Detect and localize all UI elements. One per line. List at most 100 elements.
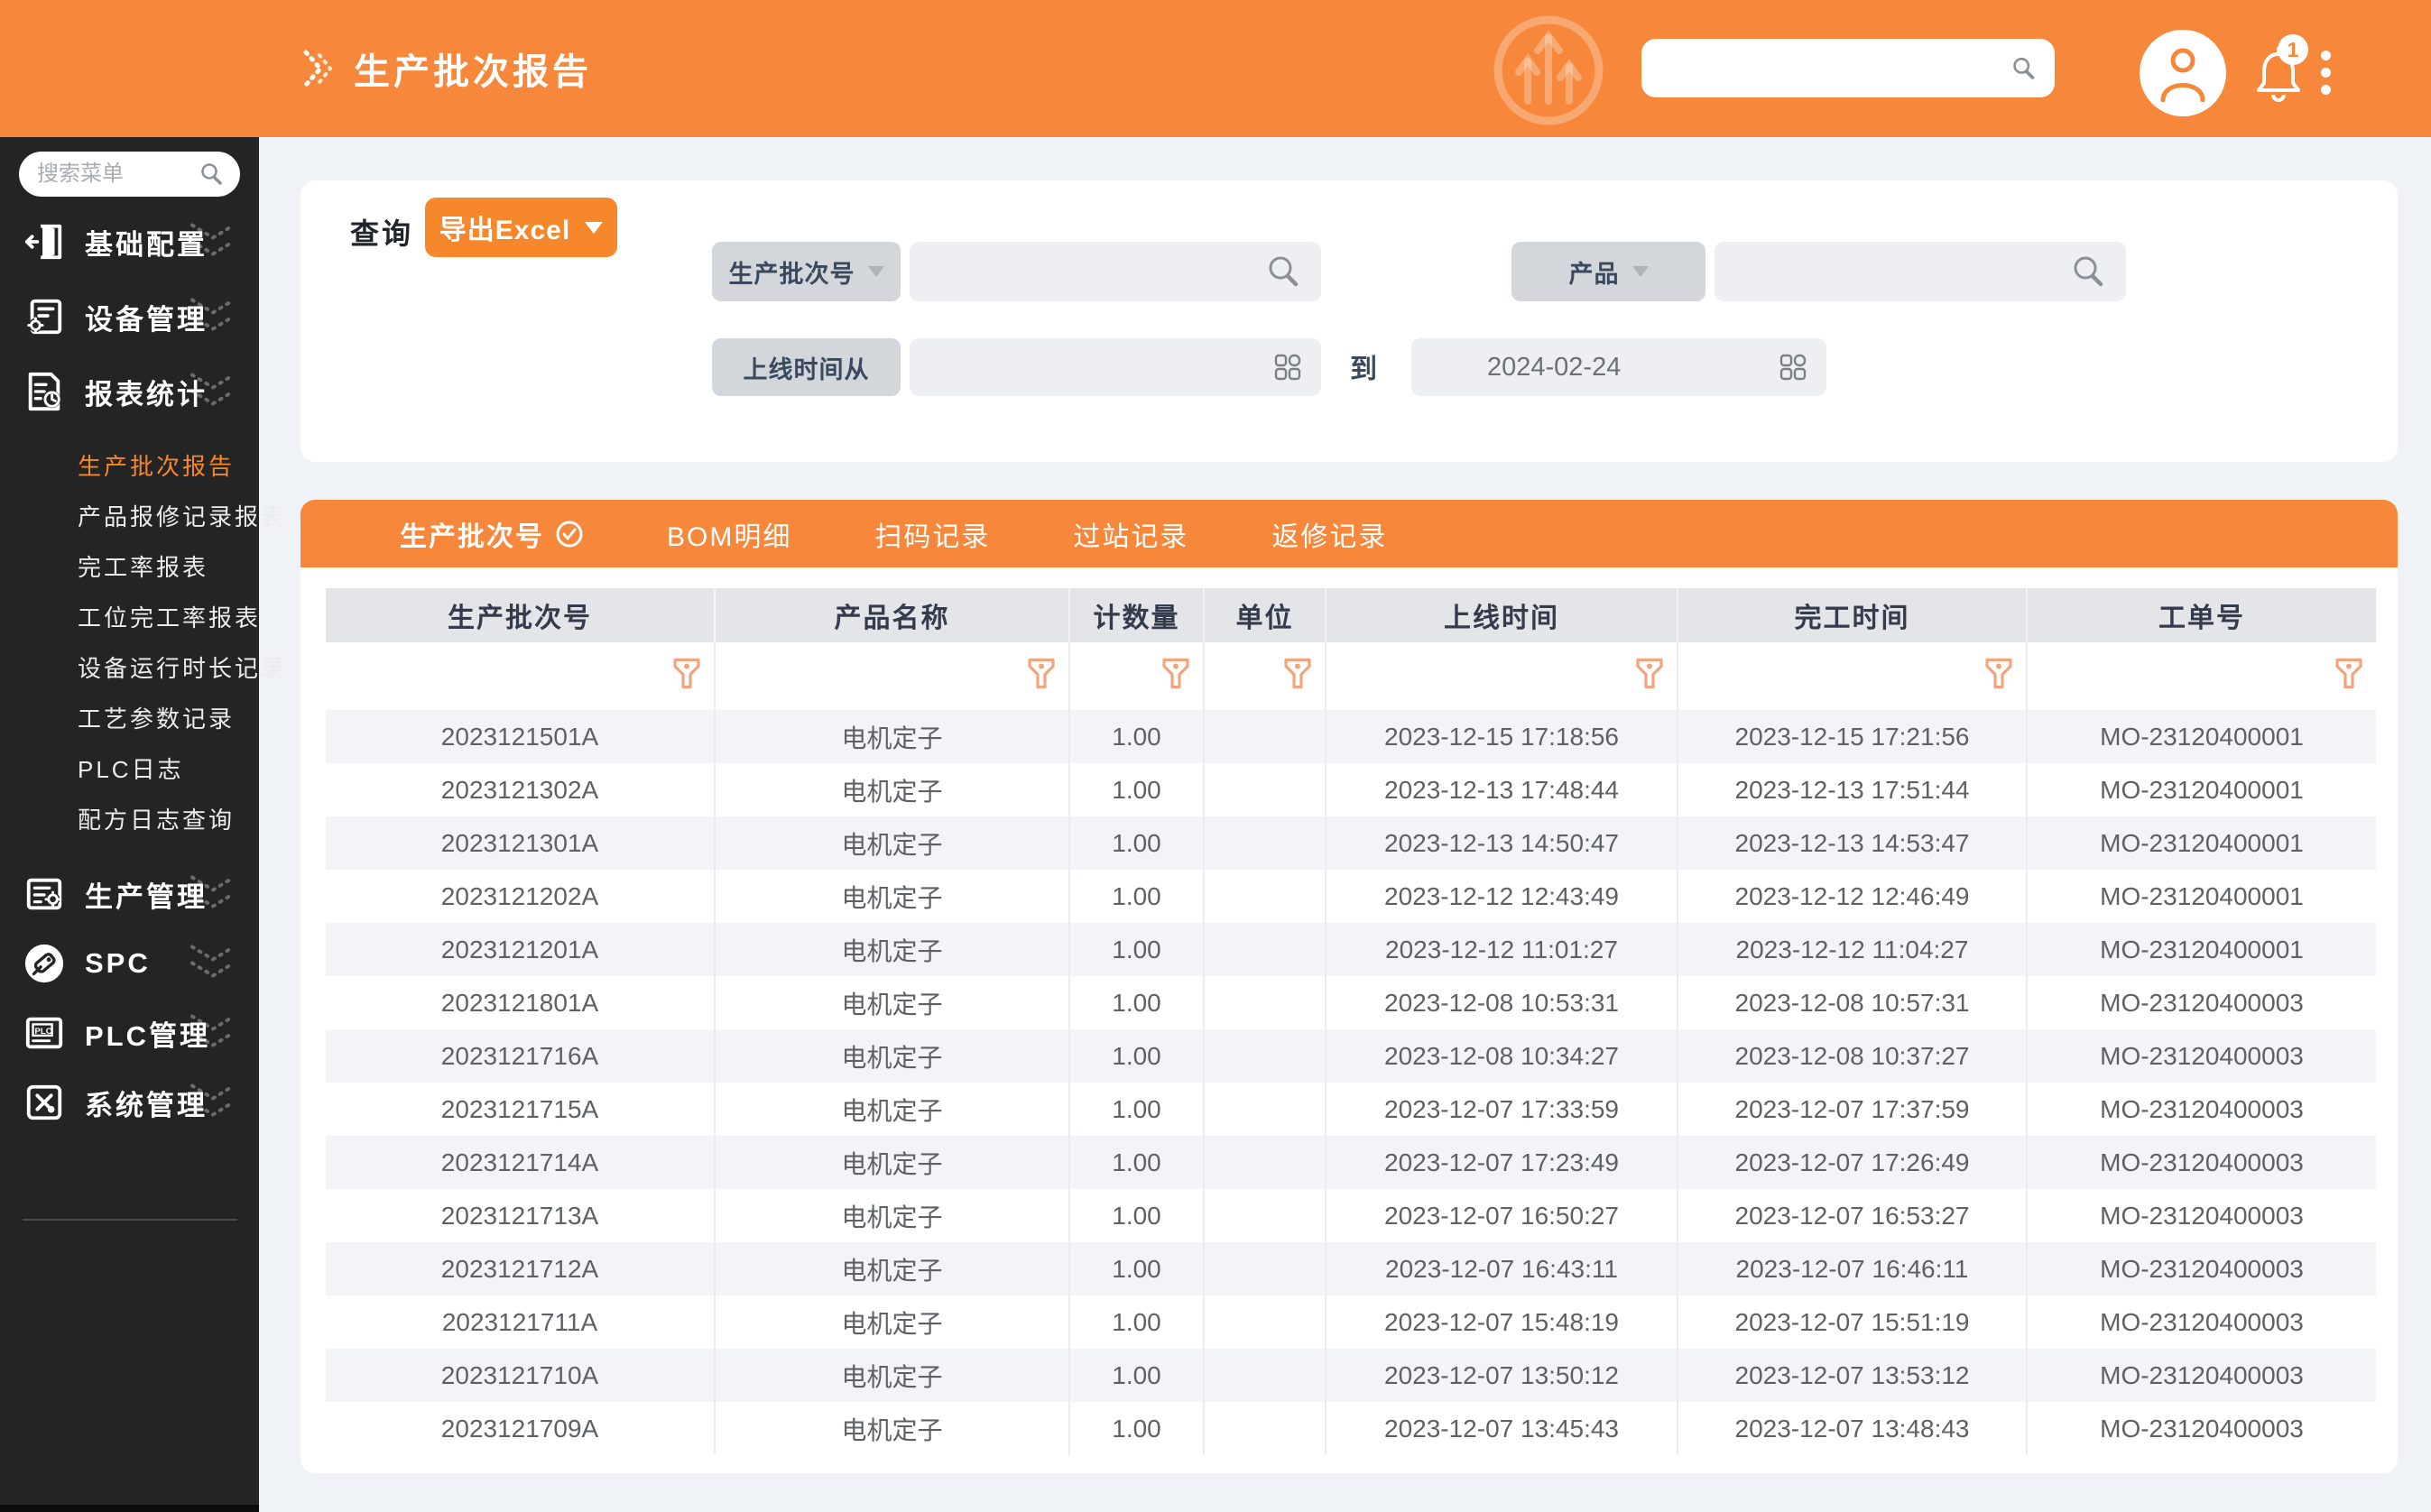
table-cell	[1205, 710, 1326, 763]
sidebar: 基础配置设备管理报表统计生产批次报告产品报修记录报表完工率报表工位完工率报表设备…	[0, 137, 259, 1512]
table-cell: 2023-12-07 16:46:11	[1678, 1242, 2028, 1295]
tab-2[interactable]: BOM明细	[667, 514, 791, 554]
sidebar-item-1[interactable]: 基础配置	[0, 215, 259, 269]
report-clock-icon	[23, 371, 65, 412]
date-grid-icon[interactable]	[1274, 354, 1301, 381]
filter-funnel-icon[interactable]	[672, 657, 701, 696]
more-menu-button[interactable]	[2321, 51, 2331, 95]
table-cell: 电机定子	[716, 1136, 1070, 1189]
table-row[interactable]: 2023121201A电机定子1.002023-12-12 11:01:2720…	[326, 923, 2376, 976]
date-grid-icon[interactable]	[1779, 354, 1807, 381]
column-filter-cell[interactable]	[1070, 642, 1205, 710]
sidebar-subitem[interactable]: PLC日志	[0, 742, 259, 793]
tab-3[interactable]: 扫码记录	[874, 514, 990, 554]
table-row[interactable]: 2023121713A电机定子1.002023-12-07 16:50:2720…	[326, 1189, 2376, 1242]
table-row[interactable]: 2023121715A电机定子1.002023-12-07 17:33:5920…	[326, 1083, 2376, 1136]
user-avatar[interactable]	[2140, 30, 2226, 116]
column-filter-cell[interactable]	[326, 642, 716, 710]
batch-table: 生产批次号产品名称计数量单位上线时间完工时间工单号 2023121501A电机定…	[326, 588, 2376, 1455]
table-cell: 2023121301A	[326, 816, 716, 870]
batch-field-selector[interactable]: 生产批次号	[712, 242, 901, 301]
table-cell: MO-23120400001	[2028, 816, 2376, 870]
sidebar-subitem-active[interactable]: 生产批次报告	[0, 439, 259, 490]
filter-funnel-icon[interactable]	[2334, 657, 2363, 696]
export-excel-button[interactable]: 导出Excel	[425, 198, 617, 257]
column-filter-cell[interactable]	[1678, 642, 2028, 710]
sidebar-item-7[interactable]: 系统管理	[0, 1075, 259, 1129]
tab-bar: 生产批次号 BOM明细 扫码记录 过站记录 返修记录	[300, 500, 2398, 567]
table-cell: 电机定子	[716, 923, 1070, 976]
header-search-input[interactable]	[1641, 54, 2010, 83]
sidebar-subitem[interactable]: 工艺参数记录	[0, 692, 259, 742]
table-row[interactable]: 2023121501A电机定子1.002023-12-15 17:18:5620…	[326, 710, 2376, 763]
column-header[interactable]: 工单号	[2028, 588, 2376, 642]
filter-funnel-icon[interactable]	[1984, 657, 2013, 696]
table-row[interactable]: 2023121801A电机定子1.002023-12-08 10:53:3120…	[326, 976, 2376, 1029]
column-header[interactable]: 产品名称	[716, 588, 1070, 642]
tab-5[interactable]: 返修记录	[1271, 514, 1387, 554]
column-header[interactable]: 计数量	[1070, 588, 1205, 642]
filter-funnel-icon[interactable]	[1635, 657, 1664, 696]
column-filter-cell[interactable]	[1326, 642, 1678, 710]
filter-funnel-icon[interactable]	[1161, 657, 1190, 696]
table-row[interactable]: 2023121711A电机定子1.002023-12-07 15:48:1920…	[326, 1295, 2376, 1349]
sidebar-subitem[interactable]: 配方日志查询	[0, 793, 259, 844]
caret-down-icon	[868, 266, 884, 277]
sidebar-subitem[interactable]: 工位完工率报表	[0, 591, 259, 641]
sidebar-item-5[interactable]: SPC	[0, 936, 259, 991]
time-from-field-label[interactable]: 上线时间从	[712, 338, 901, 396]
sidebar-item-6[interactable]: PLCPLC管理	[0, 1006, 259, 1060]
table-cell: 1.00	[1070, 763, 1205, 816]
table-cell	[1205, 1029, 1326, 1083]
table-cell: 电机定子	[716, 1349, 1070, 1402]
table-row[interactable]: 2023121709A电机定子1.002023-12-07 13:45:4320…	[326, 1402, 2376, 1455]
column-header[interactable]: 生产批次号	[326, 588, 716, 642]
table-row[interactable]: 2023121716A电机定子1.002023-12-08 10:34:2720…	[326, 1029, 2376, 1083]
tab-1-active[interactable]: 生产批次号	[400, 514, 584, 554]
sidebar-item-4[interactable]: 生产管理	[0, 867, 259, 921]
product-search-input[interactable]	[1715, 257, 2070, 287]
notifications-button[interactable]: 1	[2252, 45, 2315, 108]
search-icon[interactable]	[2070, 254, 2106, 290]
sidebar-subitem[interactable]: 完工率报表	[0, 540, 259, 591]
filter-funnel-icon[interactable]	[1283, 657, 1312, 696]
time-to-picker	[1411, 338, 1826, 396]
search-icon[interactable]	[1265, 254, 1301, 290]
table-row[interactable]: 2023121710A电机定子1.002023-12-07 13:50:1220…	[326, 1349, 2376, 1402]
table-cell	[1205, 763, 1326, 816]
product-field-selector[interactable]: 产品	[1511, 242, 1705, 301]
tab-4[interactable]: 过站记录	[1073, 514, 1188, 554]
tab-label: 生产批次号	[400, 514, 544, 554]
sidebar-search-input[interactable]	[35, 161, 199, 188]
search-icon[interactable]	[2010, 51, 2037, 86]
column-header[interactable]: 完工时间	[1678, 588, 2028, 642]
table-cell: MO-23120400001	[2028, 710, 2376, 763]
column-filter-cell[interactable]	[2028, 642, 2376, 710]
column-filter-cell[interactable]	[1205, 642, 1326, 710]
table-row[interactable]: 2023121301A电机定子1.002023-12-13 14:50:4720…	[326, 816, 2376, 870]
filter-card: 查询 导出Excel 生产批次号 产品	[300, 180, 2398, 462]
table-row[interactable]: 2023121202A电机定子1.002023-12-12 12:43:4920…	[326, 870, 2376, 923]
sidebar-item-3[interactable]: 报表统计	[0, 364, 259, 419]
sidebar-subitem[interactable]: 设备运行时长记录	[0, 641, 259, 692]
sidebar-subitem[interactable]: 产品报修记录报表	[0, 490, 259, 540]
table-cell: 2023121709A	[326, 1402, 716, 1455]
notification-badge: 1	[2278, 34, 2308, 65]
table-cell: 2023-12-12 12:46:49	[1678, 870, 2028, 923]
table-row[interactable]: 2023121714A电机定子1.002023-12-07 17:23:4920…	[326, 1136, 2376, 1189]
column-filter-cell[interactable]	[716, 642, 1070, 710]
table-cell: 1.00	[1070, 976, 1205, 1029]
batch-search-input[interactable]	[910, 257, 1265, 287]
column-header[interactable]: 单位	[1205, 588, 1326, 642]
sidebar-item-2[interactable]: 设备管理	[0, 290, 259, 344]
filter-funnel-icon[interactable]	[1027, 657, 1056, 696]
table-row[interactable]: 2023121302A电机定子1.002023-12-13 17:48:4420…	[326, 763, 2376, 816]
table-row[interactable]: 2023121712A电机定子1.002023-12-07 16:43:1120…	[326, 1242, 2376, 1295]
time-to-input[interactable]	[1411, 353, 1779, 383]
table-cell: 2023121715A	[326, 1083, 716, 1136]
table-cell: 2023-12-07 13:48:43	[1678, 1402, 2028, 1455]
time-from-input[interactable]	[910, 353, 1274, 383]
column-header[interactable]: 上线时间	[1326, 588, 1678, 642]
table-cell: 2023121716A	[326, 1029, 716, 1083]
table-cell: 2023121801A	[326, 976, 716, 1029]
